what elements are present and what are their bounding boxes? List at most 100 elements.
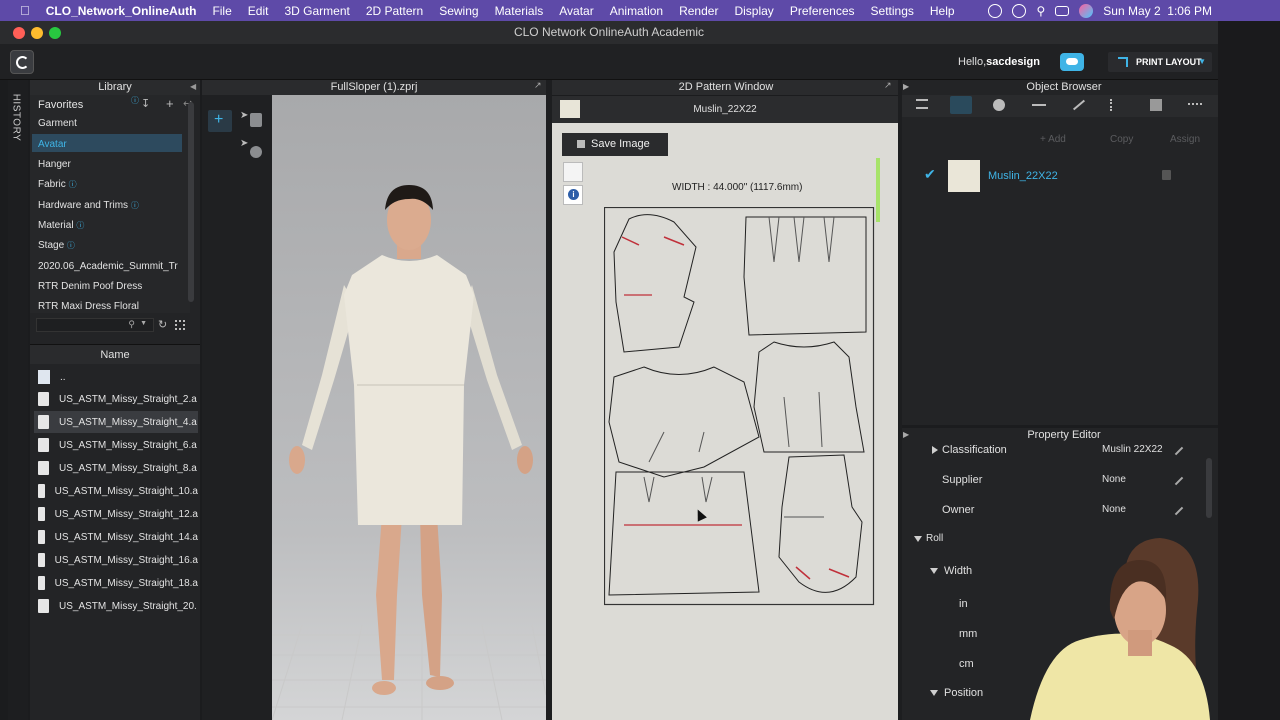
- expand-arrow-icon[interactable]: [932, 446, 938, 454]
- app-menu[interactable]: CLO_Network_OnlineAuth: [38, 4, 205, 18]
- file-row[interactable]: US_ASTM_Missy_Straight_6.a: [34, 434, 198, 456]
- list-view-icon[interactable]: [916, 99, 928, 109]
- tool-arrow-icon[interactable]: ➤: [240, 110, 248, 121]
- library-search-input[interactable]: ⚲ ▼: [36, 318, 154, 332]
- fabric-options-icon[interactable]: [1162, 170, 1171, 180]
- fabric-item-name[interactable]: Muslin_22X22: [988, 170, 1058, 182]
- save-image-button[interactable]: Save Image: [562, 133, 668, 156]
- pattern-layout[interactable]: [604, 207, 876, 607]
- menu-edit[interactable]: Edit: [240, 4, 277, 18]
- edit-icon[interactable]: [1174, 446, 1184, 456]
- add-button[interactable]: + Add: [1040, 134, 1066, 145]
- topstitch-tab-icon[interactable]: [1032, 104, 1046, 106]
- menu-render[interactable]: Render: [671, 4, 726, 18]
- menu-preferences[interactable]: Preferences: [782, 4, 863, 18]
- file-row[interactable]: US_ASTM_Missy_Straight_2.a: [34, 388, 198, 410]
- fabric-tab-icon[interactable]: [950, 96, 972, 114]
- grid-view-icon[interactable]: [175, 320, 185, 330]
- panel-pin-icon[interactable]: ◀: [190, 82, 196, 91]
- menu-sewing[interactable]: Sewing: [431, 4, 486, 18]
- siri-icon[interactable]: [1079, 3, 1094, 18]
- assign-button[interactable]: Assign: [1170, 134, 1200, 145]
- copy-button[interactable]: Copy: [1110, 134, 1133, 145]
- panel-arrow-icon[interactable]: ▶: [903, 430, 909, 439]
- roll-width-indicator[interactable]: [876, 158, 880, 222]
- info-icon[interactable]: i: [563, 185, 583, 205]
- menu-2d-pattern[interactable]: 2D Pattern: [358, 4, 431, 18]
- file-row[interactable]: US_ASTM_Missy_Straight_10.a: [34, 480, 198, 502]
- library-item-rtr-maxi[interactable]: RTR Maxi Dress Floral: [38, 301, 139, 312]
- library-item-garment[interactable]: Garment: [38, 118, 77, 129]
- property-scrollbar[interactable]: [1206, 458, 1212, 518]
- panel-arrow-icon[interactable]: ▶: [903, 82, 909, 91]
- library-item-favorites[interactable]: Favorites: [38, 99, 83, 111]
- zoom-window-button[interactable]: [49, 27, 61, 39]
- collapse-arrow-icon: [914, 536, 922, 542]
- edit-icon[interactable]: [1174, 476, 1184, 486]
- menubar-clock[interactable]: Sun May 2 1:06 PM: [1103, 4, 1212, 18]
- file-row[interactable]: US_ASTM_Missy_Straight_12.a: [34, 503, 198, 525]
- clo-logo-icon[interactable]: [10, 50, 34, 74]
- menu-materials[interactable]: Materials: [487, 4, 552, 18]
- control-center-icon[interactable]: [1055, 5, 1070, 16]
- download-icon[interactable]: ↧: [141, 97, 150, 110]
- expand-icon[interactable]: ↗: [884, 80, 892, 91]
- 3d-window-title: FullSloper (1).zprj: [202, 80, 546, 95]
- shirt-view-icon[interactable]: [563, 162, 583, 182]
- spotlight-search-icon[interactable]: ⚲: [1036, 4, 1045, 18]
- file-row-selected[interactable]: US_ASTM_Missy_Straight_4.a: [34, 411, 198, 433]
- menu-avatar[interactable]: Avatar: [551, 4, 601, 18]
- library-item-hanger[interactable]: Hanger: [38, 159, 71, 170]
- avatar-select-icon[interactable]: [250, 113, 262, 127]
- minimize-window-button[interactable]: [31, 27, 43, 39]
- parent-folder-row[interactable]: ..: [34, 366, 198, 388]
- file-list-header[interactable]: Name: [30, 344, 200, 364]
- select-move-tool[interactable]: +: [208, 110, 232, 132]
- 3d-viewport[interactable]: [272, 95, 546, 720]
- classification-value[interactable]: Muslin 22X22: [1102, 444, 1163, 455]
- fabric-thumbnail[interactable]: [948, 160, 980, 192]
- add-icon[interactable]: +: [166, 96, 174, 111]
- library-item-rtr-denim[interactable]: RTR Denim Poof Dress: [38, 281, 142, 292]
- trim-tab-icon[interactable]: [1150, 99, 1162, 111]
- close-window-button[interactable]: [13, 27, 25, 39]
- time-machine-icon[interactable]: [1012, 3, 1027, 18]
- button-tab-icon[interactable]: [993, 99, 1005, 111]
- supplier-value[interactable]: None: [1102, 474, 1126, 485]
- pin-tool-icon[interactable]: [250, 146, 262, 158]
- 3d-avatar[interactable]: [272, 95, 546, 720]
- menu-settings[interactable]: Settings: [863, 4, 922, 18]
- menu-3d-garment[interactable]: 3D Garment: [276, 4, 357, 18]
- file-row[interactable]: US_ASTM_Missy_Straight_20.: [34, 595, 198, 617]
- menu-file[interactable]: File: [204, 4, 239, 18]
- zipper-tab-icon[interactable]: [1110, 99, 1124, 111]
- menu-help[interactable]: Help: [922, 4, 963, 18]
- owner-value[interactable]: None: [1102, 504, 1126, 515]
- search-icon: ⚲: [128, 319, 135, 329]
- username[interactable]: sacdesign: [986, 56, 1040, 68]
- library-item-hardware[interactable]: Hardware and Trims ⓘ: [38, 200, 139, 211]
- file-row[interactable]: US_ASTM_Missy_Straight_14.a: [34, 526, 198, 548]
- library-item-academic-summit[interactable]: 2020.06_Academic_Summit_Tr: [38, 261, 183, 272]
- expand-icon[interactable]: ↗: [534, 80, 542, 91]
- tool-arrow-icon[interactable]: ➤: [240, 138, 248, 149]
- layout-selector[interactable]: PRINT LAYOUT ▼: [1108, 52, 1212, 72]
- menu-animation[interactable]: Animation: [602, 4, 671, 18]
- file-row[interactable]: US_ASTM_Missy_Straight_16.a: [34, 549, 198, 571]
- file-row[interactable]: US_ASTM_Missy_Straight_8.a: [34, 457, 198, 479]
- more-tab-icon[interactable]: [1188, 103, 1202, 107]
- file-row[interactable]: US_ASTM_Missy_Straight_18.a: [34, 572, 198, 594]
- library-item-stage[interactable]: Stage ⓘ: [38, 240, 75, 251]
- apple-menu-icon[interactable]: : [0, 3, 38, 18]
- library-item-material[interactable]: Material ⓘ: [38, 220, 84, 231]
- refresh-icon[interactable]: ↻: [158, 318, 167, 331]
- library-item-fabric[interactable]: Fabric ⓘ: [38, 179, 77, 190]
- edit-icon[interactable]: [1174, 506, 1184, 516]
- menu-display[interactable]: Display: [726, 4, 781, 18]
- library-scrollbar[interactable]: [188, 102, 194, 302]
- user-status-icon[interactable]: [988, 3, 1003, 18]
- library-item-avatar[interactable]: Avatar: [38, 139, 67, 150]
- file-icon: [38, 599, 49, 613]
- cloud-sync-icon[interactable]: [1060, 53, 1084, 71]
- history-tab[interactable]: HISTORY: [8, 80, 28, 720]
